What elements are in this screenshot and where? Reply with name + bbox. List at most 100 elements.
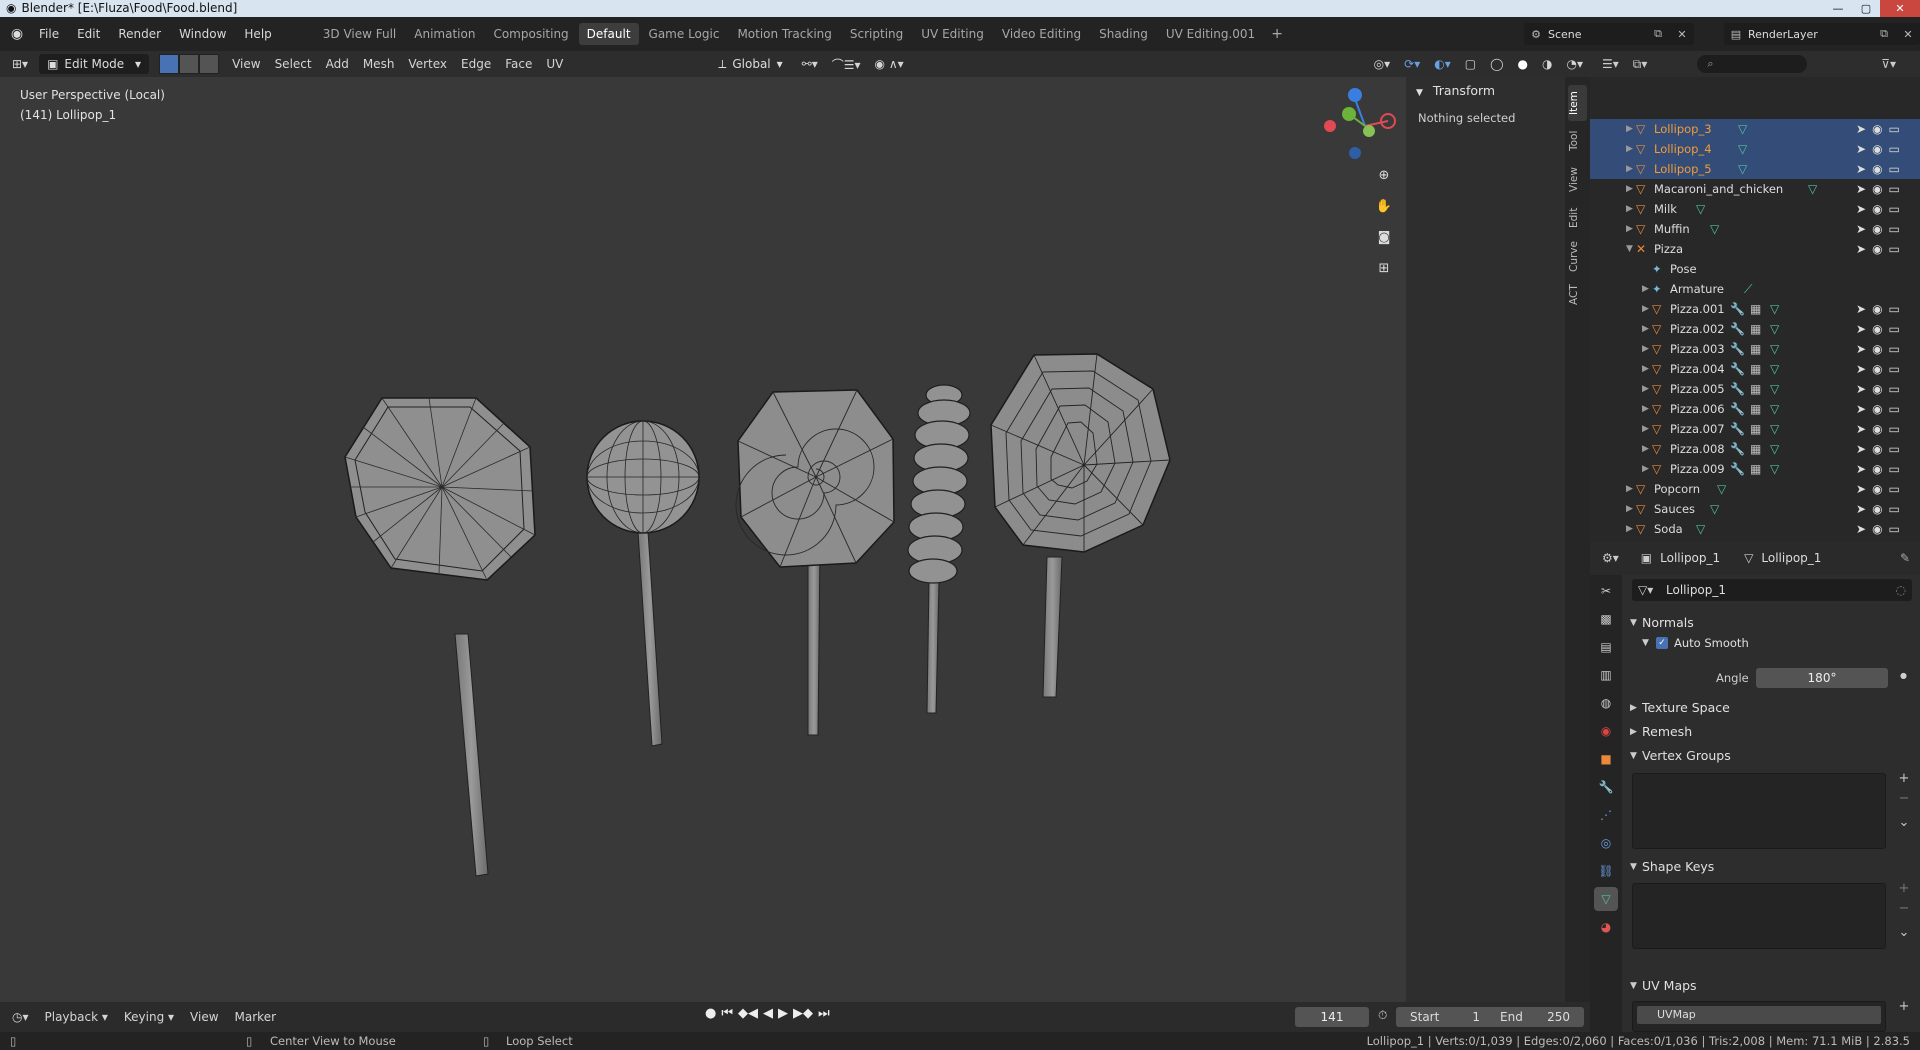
vertex-groups-list[interactable] [1632, 773, 1886, 849]
properties-editor-icon[interactable]: ⚙▾ [1602, 551, 1619, 565]
camera-view-icon[interactable]: ◙ [1371, 225, 1397, 251]
rendered-shading-icon[interactable]: ◔▾ [1560, 57, 1591, 71]
tab-scripting[interactable]: Scripting [842, 23, 911, 45]
expand-arrow-icon[interactable]: ▼ [1626, 239, 1633, 259]
vertex-group-specials-icon[interactable]: ⌄ [1894, 815, 1914, 830]
tab-3d-view-full[interactable]: 3D View Full [315, 23, 405, 45]
render-camera-icon[interactable]: ▭ [1889, 419, 1900, 439]
material-shading-icon[interactable]: ◑ [1535, 57, 1559, 71]
jump-start-icon[interactable]: ⏮ [721, 1006, 733, 1021]
transform-panel-header[interactable]: ▼ Transform [1406, 77, 1565, 105]
delete-layer-icon[interactable]: ✕ [1896, 28, 1920, 41]
eye-icon[interactable]: ◉ [1872, 119, 1882, 139]
outliner-item-name[interactable]: Pizza.005 [1670, 379, 1725, 399]
outliner-item-name[interactable]: Pizza [1654, 239, 1683, 259]
render-tab-icon[interactable]: ▩ [1594, 607, 1618, 631]
outliner-item-name[interactable]: Soda [1654, 519, 1683, 539]
current-frame-field[interactable]: 141 [1295, 1007, 1369, 1027]
tool-tab-icon[interactable]: ✂ [1594, 579, 1618, 603]
angle-field[interactable]: 180° [1756, 668, 1888, 688]
selectable-arrow-icon[interactable]: ➤ [1856, 479, 1866, 499]
menu-edge[interactable]: Edge [454, 57, 498, 71]
auto-smooth-checkbox[interactable]: ✓ [1656, 637, 1668, 649]
render-camera-icon[interactable]: ▭ [1889, 459, 1900, 479]
outliner-item-name[interactable]: Sauces [1654, 499, 1695, 519]
tab-uv-editing[interactable]: UV Editing [913, 23, 992, 45]
tab-motion-tracking[interactable]: Motion Tracking [729, 23, 839, 45]
expand-arrow-icon[interactable]: ▶ [1642, 339, 1649, 359]
outliner-item-name[interactable]: Pizza.003 [1670, 339, 1725, 359]
lollipop-1-mesh[interactable] [344, 397, 536, 877]
menu-add[interactable]: Add [319, 57, 356, 71]
eye-icon[interactable]: ◉ [1872, 419, 1882, 439]
menu-mesh[interactable]: Mesh [356, 57, 402, 71]
eye-icon[interactable]: ◉ [1872, 479, 1882, 499]
remove-vertex-group-icon[interactable]: − [1894, 791, 1914, 806]
render-camera-icon[interactable]: ▭ [1889, 399, 1900, 419]
stopwatch-icon[interactable]: ⏱ [1378, 1008, 1387, 1023]
editor-type-icon[interactable]: ⊞▾ [0, 57, 35, 71]
object-tab-icon[interactable]: ■ [1594, 747, 1618, 771]
uvmap-item[interactable]: UVMap [1637, 1006, 1881, 1024]
modifier-tab-icon[interactable]: 🔧 [1594, 775, 1618, 799]
render-camera-icon[interactable]: ▭ [1889, 299, 1900, 319]
selectable-arrow-icon[interactable]: ➤ [1856, 379, 1866, 399]
start-frame-field[interactable]: Start 1 [1396, 1007, 1494, 1027]
eye-icon[interactable]: ◉ [1872, 159, 1882, 179]
outliner-item-name[interactable]: Pizza.006 [1670, 399, 1725, 419]
zoom-icon[interactable]: ⊕ [1371, 163, 1397, 189]
delete-scene-icon[interactable]: ✕ [1670, 28, 1694, 41]
add-uv-map-icon[interactable]: + [1894, 999, 1914, 1014]
expand-arrow-icon[interactable]: ▶ [1642, 299, 1649, 319]
selectable-arrow-icon[interactable]: ➤ [1856, 159, 1866, 179]
physics-tab-icon[interactable]: ◎ [1594, 831, 1618, 855]
expand-arrow-icon[interactable]: ▶ [1626, 179, 1633, 199]
eye-icon[interactable]: ◉ [1872, 179, 1882, 199]
expand-arrow-icon[interactable]: ▶ [1626, 139, 1633, 159]
view-layer-selector[interactable]: ▤ RenderLayer ⧉ ✕ [1724, 23, 1920, 45]
gizmo-toggle-icon[interactable]: ⟳▾ [1397, 57, 1427, 71]
outliner-item-name[interactable]: Lollipop_4 [1654, 139, 1712, 159]
menu-uv[interactable]: UV [539, 57, 570, 71]
outliner-row[interactable]: ▶ ▽ Pizza.003 🔧 ▦ ▽ ➤ ◉ ▭ [1590, 339, 1920, 359]
gizmo-z-axis-icon[interactable] [1348, 88, 1362, 102]
eye-icon[interactable]: ◉ [1872, 499, 1882, 519]
expand-arrow-icon[interactable]: ▶ [1642, 439, 1649, 459]
scene-canvas[interactable] [0, 77, 1406, 1002]
wireframe-shading-icon[interactable]: ◯ [1483, 57, 1510, 71]
tab-compositing[interactable]: Compositing [485, 23, 576, 45]
selectable-arrow-icon[interactable]: ➤ [1856, 459, 1866, 479]
expand-arrow-icon[interactable]: ▶ [1642, 359, 1649, 379]
uv-maps-panel-header[interactable]: ▼ UV Maps [1622, 974, 1920, 998]
gizmo-y-axis-icon[interactable] [1342, 107, 1356, 121]
selectable-arrow-icon[interactable]: ➤ [1856, 419, 1866, 439]
outliner-row[interactable]: ▶ ▽ Macaroni_and_chicken ▽ ➤ ◉ ▭ [1590, 179, 1920, 199]
outliner-row[interactable]: ▶ ▽ Popcorn ▽ ➤ ◉ ▭ [1590, 479, 1920, 499]
outliner-item-name[interactable]: Milk [1654, 199, 1677, 219]
menu-file[interactable]: File [30, 27, 68, 41]
gizmo-neg-z-icon[interactable] [1349, 147, 1361, 159]
render-camera-icon[interactable]: ▭ [1889, 339, 1900, 359]
render-camera-icon[interactable]: ▭ [1889, 439, 1900, 459]
face-select-button[interactable] [199, 54, 220, 74]
expand-arrow-icon[interactable]: ▶ [1626, 119, 1633, 139]
shape-keys-panel-header[interactable]: ▼ Shape Keys [1622, 855, 1920, 879]
outliner-editor-icon[interactable]: ☰▾ [1602, 57, 1619, 71]
outliner-row[interactable]: ▶ ▽ Milk ▽ ➤ ◉ ▭ [1590, 199, 1920, 219]
expand-arrow-icon[interactable]: ▶ [1642, 319, 1649, 339]
outliner-item-name[interactable]: Lollipop_5 [1654, 159, 1712, 179]
eye-icon[interactable]: ◉ [1872, 139, 1882, 159]
filter-icon[interactable]: ⊽▾ [1881, 57, 1896, 71]
tab-uv-editing-001[interactable]: UV Editing.001 [1158, 23, 1263, 45]
mode-dropdown[interactable]: ▣ Edit Mode ▾ [39, 54, 150, 74]
selectable-arrow-icon[interactable]: ➤ [1856, 339, 1866, 359]
eye-icon[interactable]: ◉ [1872, 319, 1882, 339]
expand-arrow-icon[interactable]: ▶ [1642, 279, 1649, 299]
expand-arrow-icon[interactable]: ▶ [1642, 399, 1649, 419]
render-camera-icon[interactable]: ▭ [1889, 239, 1900, 259]
keyframe-dot-icon[interactable]: ● [1900, 671, 1907, 680]
menu-window[interactable]: Window [170, 27, 235, 41]
selectable-arrow-icon[interactable]: ➤ [1856, 359, 1866, 379]
outliner-item-name[interactable]: Lollipop_3 [1654, 119, 1712, 139]
menu-view[interactable]: View [225, 57, 267, 71]
